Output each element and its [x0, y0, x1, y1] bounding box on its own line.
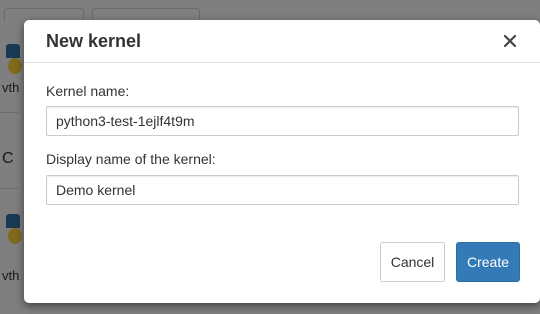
dialog-header: New kernel — [24, 20, 540, 63]
dialog-title: New kernel — [46, 31, 142, 51]
new-kernel-dialog: New kernel Kernel name: Display name of … — [24, 20, 540, 303]
close-button[interactable] — [500, 31, 520, 51]
kernel-name-input[interactable] — [46, 106, 519, 136]
create-button[interactable]: Create — [456, 242, 520, 282]
display-name-input[interactable] — [46, 175, 519, 205]
close-icon — [503, 34, 517, 48]
cancel-button[interactable]: Cancel — [380, 242, 445, 282]
display-name-label: Display name of the kernel: — [46, 151, 216, 167]
kernel-name-label: Kernel name: — [46, 83, 130, 99]
